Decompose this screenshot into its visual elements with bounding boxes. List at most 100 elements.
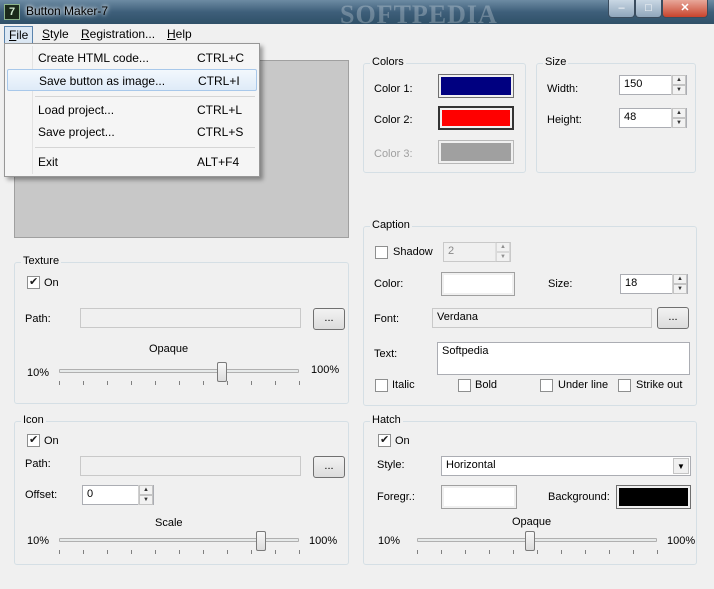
foreground-swatch[interactable]	[441, 485, 517, 509]
color2-swatch[interactable]	[438, 106, 514, 130]
icon-on-checkbox[interactable]	[27, 433, 40, 447]
font-input[interactable]: Verdana	[432, 308, 652, 328]
slider-tick	[299, 550, 300, 554]
texture-slider-caption: Opaque	[149, 343, 189, 355]
icon-slider-caption: Scale	[155, 517, 183, 529]
menu-registration[interactable]: Registration...	[77, 26, 159, 44]
slider-tick	[131, 550, 132, 554]
slider-tick	[59, 381, 60, 385]
hatch-style-value: Horizontal	[446, 459, 496, 471]
window-title: Button Maker-7	[26, 4, 109, 18]
italic-label: Italic	[392, 379, 415, 391]
slider-tick	[83, 550, 84, 554]
caption-color-swatch[interactable]	[441, 272, 515, 296]
slider-tick	[179, 381, 180, 385]
slider-tick	[203, 550, 204, 554]
slider-tick	[107, 381, 108, 385]
underline-checkbox[interactable]	[540, 379, 553, 392]
menu-separator	[35, 147, 255, 148]
texture-legend: Texture	[21, 255, 62, 267]
chevron-down-icon[interactable]: ▼	[673, 458, 689, 474]
slider-tick	[203, 381, 204, 385]
texture-path-label: Path:	[25, 313, 51, 325]
minimize-button[interactable]: –	[608, 0, 635, 18]
menu-item-shortcut: ALT+F4	[197, 155, 240, 169]
menu-item-exit[interactable]: Exit ALT+F4	[7, 151, 257, 173]
icon-scale-slider[interactable]	[255, 531, 266, 551]
bold-checkbox[interactable]	[458, 379, 471, 392]
hatch-style-select[interactable]: Horizontal ▼	[441, 456, 691, 476]
menu-item-save-image[interactable]: Save button as image... CTRL+I	[7, 69, 257, 91]
slider-tick	[107, 550, 108, 554]
menu-item-save-project[interactable]: Save project... CTRL+S	[7, 121, 257, 143]
slider-tick	[275, 381, 276, 385]
slider-tick	[441, 550, 442, 554]
height-spinner[interactable]: ▲ ▼	[671, 108, 686, 128]
strikeout-checkbox[interactable]	[618, 379, 631, 392]
hatch-slider-caption: Opaque	[512, 516, 552, 528]
slider-tick	[155, 550, 156, 554]
bold-label: Bold	[475, 379, 498, 391]
menu-file[interactable]: File	[4, 26, 34, 44]
menu-help[interactable]: Help	[163, 26, 196, 44]
hatch-opacity-slider[interactable]	[524, 531, 535, 551]
color1-swatch[interactable]	[438, 74, 514, 98]
background-label: Background:	[548, 491, 610, 503]
menu-separator	[35, 96, 255, 97]
menu-item-label: Save project...	[38, 125, 115, 139]
shadow-label: Shadow	[393, 246, 433, 258]
slider-tick	[585, 550, 586, 554]
app-icon[interactable]: 7	[4, 4, 20, 20]
menu-item-create-html[interactable]: Create HTML code... CTRL+C	[7, 47, 257, 69]
caption-color-label: Color:	[374, 278, 404, 290]
menu-item-label: Save button as image...	[39, 74, 166, 88]
slider-tick	[299, 381, 300, 385]
hatch-slider-max: 100%	[667, 535, 696, 547]
hatch-on-checkbox[interactable]	[378, 433, 391, 447]
texture-path-input[interactable]	[80, 308, 301, 328]
caption-text-input[interactable]: Softpedia	[437, 342, 690, 375]
menu-item-shortcut: CTRL+S	[197, 125, 244, 139]
color3-swatch[interactable]	[438, 140, 514, 164]
slider-tick	[251, 381, 252, 385]
slider-tick	[227, 381, 228, 385]
close-button[interactable]: ✕	[662, 0, 708, 18]
underline-label: Under line	[558, 379, 609, 391]
hatch-on-label: On	[395, 435, 410, 447]
hatch-legend: Hatch	[370, 414, 403, 426]
menu-item-label: Create HTML code...	[38, 51, 149, 65]
caption-size-label: Size:	[548, 278, 573, 290]
maximize-button[interactable]: □	[635, 0, 662, 18]
texture-slider-max: 100%	[311, 364, 340, 376]
slider-tick	[609, 550, 610, 554]
width-spinner[interactable]: ▲ ▼	[671, 75, 686, 95]
icon-browse-button[interactable]: ...	[313, 456, 345, 478]
slider-tick	[59, 550, 60, 554]
hatch-group: Hatch On Style: Horizontal ▼ Foregr.: Ba…	[363, 414, 697, 565]
strikeout-label: Strike out	[636, 379, 683, 391]
menu-item-label: Exit	[38, 155, 59, 169]
font-browse-button[interactable]: ...	[657, 307, 689, 329]
offset-label: Offset:	[25, 489, 58, 501]
color3-label: Color 3:	[374, 148, 413, 160]
texture-on-checkbox[interactable]	[27, 275, 40, 289]
offset-spinner[interactable]: ▲ ▼	[138, 485, 153, 505]
caption-size-spinner[interactable]: ▲ ▼	[672, 274, 687, 294]
texture-on-label: On	[44, 277, 59, 289]
texture-browse-button[interactable]: ...	[313, 308, 345, 330]
slider-tick	[227, 550, 228, 554]
shadow-spinner[interactable]: ▲ ▼	[495, 242, 510, 262]
texture-opacity-slider[interactable]	[217, 362, 228, 382]
shadow-checkbox[interactable]	[375, 246, 388, 259]
slider-tick	[633, 550, 634, 554]
texture-opacity-track	[59, 369, 299, 373]
slider-tick	[513, 550, 514, 554]
background-swatch[interactable]	[616, 485, 691, 509]
icon-group: Icon On Path: ... Offset: 0 ▲▼ Scale 10%…	[14, 414, 349, 565]
width-label: Width:	[547, 83, 579, 95]
italic-checkbox[interactable]	[375, 379, 388, 392]
icon-path-input[interactable]	[80, 456, 301, 476]
menu-item-load-project[interactable]: Load project... CTRL+L	[7, 99, 257, 121]
icon-legend: Icon	[21, 414, 46, 426]
menu-style[interactable]: Style	[38, 26, 73, 44]
